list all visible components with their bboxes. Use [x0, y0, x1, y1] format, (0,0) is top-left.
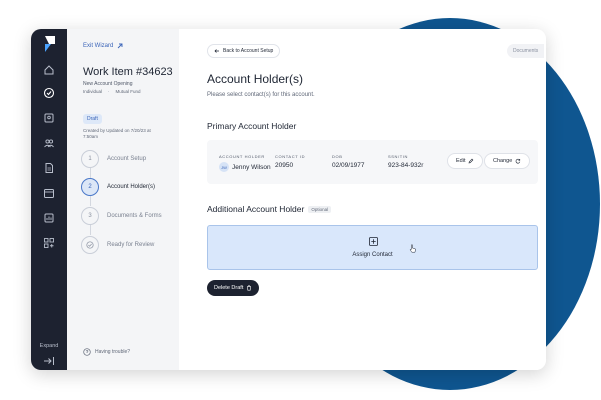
primary-holder-card: Account Holder JW Jenny Wilson Contact I… — [207, 140, 538, 184]
additional-section-title: Additional Account Holder Optional — [207, 204, 332, 214]
documents-button[interactable]: Documents — [507, 44, 545, 58]
step-label: Documents & Forms — [107, 213, 162, 219]
tag-account-type: Individual — [83, 89, 103, 94]
wizard-step-review[interactable]: Ready for Review — [81, 236, 154, 254]
assign-contact-label: Assign Contact — [352, 252, 393, 258]
apps-grid-icon[interactable] — [42, 236, 56, 250]
nav-rail: Expand — [31, 29, 67, 370]
primary-section-title: Primary Account Holder — [207, 121, 297, 131]
brand-logo-icon — [45, 36, 55, 52]
wizard-panel: Exit Wizard Work Item #34623 New Account… — [67, 29, 179, 370]
optional-badge: Optional — [308, 206, 332, 214]
avatar: JW — [219, 162, 229, 172]
arrow-up-right-icon — [118, 43, 123, 49]
contact-card-icon[interactable] — [42, 111, 56, 125]
work-item-tags: Individual · Mutual Fund — [83, 89, 141, 94]
step-connector — [90, 224, 91, 235]
arrow-left-icon — [214, 49, 219, 53]
holder-value: JW Jenny Wilson — [219, 162, 271, 172]
work-item-subtitle: New Account Opening — [83, 81, 133, 87]
app-window: Expand Exit Wizard Work Item #34623 New … — [31, 29, 546, 370]
edit-button[interactable]: Edit — [447, 153, 484, 169]
main-content: Back to Account Setup Documents Account … — [179, 29, 546, 370]
assign-contact-button[interactable]: Assign Contact — [207, 225, 538, 270]
wizard-step-account-setup[interactable]: 1 Account Setup — [81, 150, 146, 168]
dob-column: DOB 02/09/1977 — [332, 154, 365, 169]
back-button[interactable]: Back to Account Setup — [207, 44, 281, 58]
step-label: Ready for Review — [107, 242, 155, 248]
holder-name: Jenny Wilson — [232, 163, 271, 171]
change-button[interactable]: Change — [484, 153, 531, 169]
pencil-icon — [469, 158, 474, 164]
exit-wizard-link[interactable]: Exit Wizard — [83, 43, 123, 49]
status-badge: Draft — [83, 114, 102, 124]
page-subtitle: Please select contact(s) for this accoun… — [207, 92, 315, 98]
ssn-value: 923-84-932r — [388, 162, 424, 169]
refresh-icon — [515, 158, 521, 164]
dob-header: DOB — [332, 154, 343, 159]
additional-title-text: Additional Account Holder — [207, 204, 305, 214]
tag-product: Mutual Fund — [115, 89, 141, 94]
contact-id-header: Contact ID — [275, 154, 306, 159]
delete-draft-button[interactable]: Delete Draft — [207, 280, 260, 296]
check-circle-icon[interactable] — [42, 86, 56, 100]
delete-draft-label: Delete Draft — [214, 285, 244, 291]
step-number: 1 — [81, 150, 99, 168]
holder-header: Account Holder — [219, 154, 265, 159]
holder-column: Account Holder JW Jenny Wilson — [219, 154, 271, 172]
step-connector — [90, 167, 91, 178]
created-info: Created by Updated on 7/20/23 at 7:50am — [83, 128, 151, 139]
edit-label: Edit — [456, 158, 466, 164]
trash-icon — [247, 285, 252, 291]
step-connector — [90, 196, 91, 206]
step-number: 2 — [81, 178, 99, 196]
ssn-column: SSN/TIN 923-84-932r — [388, 154, 423, 169]
dob-value: 02/09/1977 — [332, 162, 365, 169]
home-icon[interactable] — [42, 63, 56, 77]
ssn-header: SSN/TIN — [388, 154, 408, 159]
contact-id-column: Contact ID 20950 — [275, 154, 305, 169]
expand-label[interactable]: Expand — [31, 343, 67, 349]
change-label: Change — [493, 158, 513, 164]
help-icon — [83, 348, 91, 356]
wizard-step-documents[interactable]: 3 Documents & Forms — [81, 207, 162, 225]
wizard-step-account-holders[interactable]: 2 Account Holder(s) — [81, 178, 155, 196]
pointer-cursor-icon — [409, 244, 416, 253]
document-icon[interactable] — [42, 161, 56, 175]
help-link[interactable]: Having trouble? — [83, 348, 130, 356]
contact-id-value: 20950 — [275, 162, 294, 169]
tag-separator: · — [108, 89, 110, 94]
review-check-icon — [81, 236, 99, 254]
calendar-icon[interactable] — [42, 186, 56, 200]
exit-wizard-label: Exit Wizard — [83, 43, 114, 49]
plus-square-icon — [369, 237, 378, 246]
chart-icon[interactable] — [42, 211, 56, 225]
users-icon[interactable] — [42, 136, 56, 150]
step-number: 3 — [81, 207, 99, 225]
step-label: Account Holder(s) — [107, 184, 156, 190]
work-item-title: Work Item #34623 — [83, 66, 173, 78]
help-label: Having trouble? — [95, 349, 131, 355]
back-button-label: Back to Account Setup — [223, 48, 274, 54]
page-title: Account Holder(s) — [207, 72, 304, 86]
expand-arrow-icon[interactable] — [43, 356, 55, 366]
step-label: Account Setup — [107, 156, 147, 162]
